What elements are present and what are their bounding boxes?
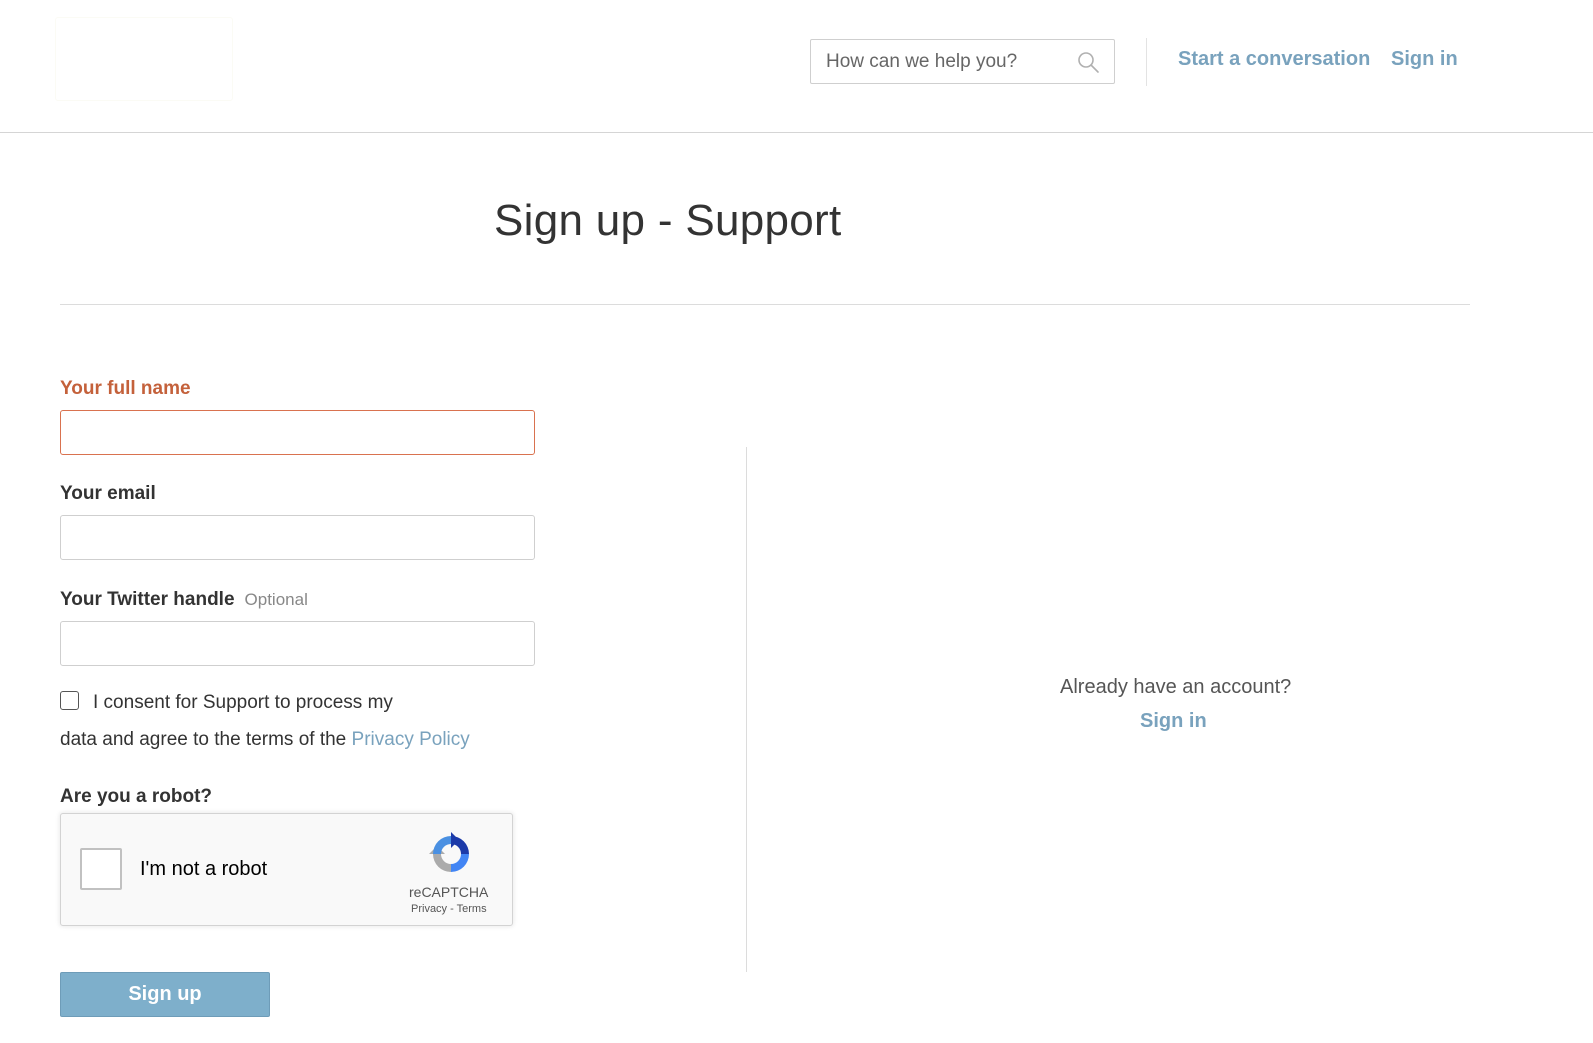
twitter-label: Your Twitter handle Optional: [60, 589, 308, 611]
consent-text-line2: data and agree to the terms of the Priva…: [60, 729, 470, 751]
consent-text-line1: I consent for Support to process my: [93, 692, 393, 713]
recaptcha-checkbox[interactable]: [80, 848, 122, 890]
column-divider: [746, 447, 747, 972]
already-have-account-text: Already have an account?: [1060, 676, 1292, 698]
sign-up-button[interactable]: Sign up: [60, 972, 270, 1017]
search-box: [810, 39, 1115, 84]
optional-tag: Optional: [244, 590, 308, 609]
full-name-label: Your full name: [60, 378, 191, 399]
header-sign-in-link[interactable]: Sign in: [1391, 48, 1458, 71]
email-field[interactable]: [60, 515, 535, 560]
site-header: Start a conversation Sign in: [0, 0, 1593, 133]
recaptcha-terms-link[interactable]: Terms: [457, 903, 487, 915]
aside-sign-in-link[interactable]: Sign in: [1140, 710, 1207, 733]
page-title: Sign up - Support: [494, 196, 842, 245]
twitter-handle-field[interactable]: [60, 621, 535, 666]
recaptcha-widget: I'm not a robot reCAPTCHA Privacy - Term…: [60, 813, 513, 926]
recaptcha-separator: -: [447, 903, 457, 915]
twitter-label-text: Your Twitter handle: [60, 589, 235, 610]
search-icon[interactable]: [1076, 50, 1100, 74]
consent-checkbox[interactable]: [60, 691, 79, 710]
full-name-field[interactable]: [60, 410, 535, 455]
logo[interactable]: [55, 17, 233, 101]
search-input[interactable]: [811, 40, 1051, 83]
recaptcha-label: I'm not a robot: [140, 858, 268, 880]
recaptcha-logo-icon: [429, 832, 469, 872]
header-divider: [1146, 38, 1147, 86]
recaptcha-privacy-link[interactable]: Privacy: [411, 903, 447, 915]
recaptcha-brand: reCAPTCHA: [409, 884, 489, 900]
email-label: Your email: [60, 483, 156, 504]
start-conversation-link[interactable]: Start a conversation: [1178, 48, 1370, 71]
title-divider: [60, 304, 1470, 305]
robot-label: Are you a robot?: [60, 786, 213, 807]
privacy-policy-link[interactable]: Privacy Policy: [352, 729, 470, 750]
recaptcha-links: Privacy - Terms: [411, 903, 487, 915]
consent-text-line2-label: data and agree to the terms of the: [60, 729, 352, 750]
